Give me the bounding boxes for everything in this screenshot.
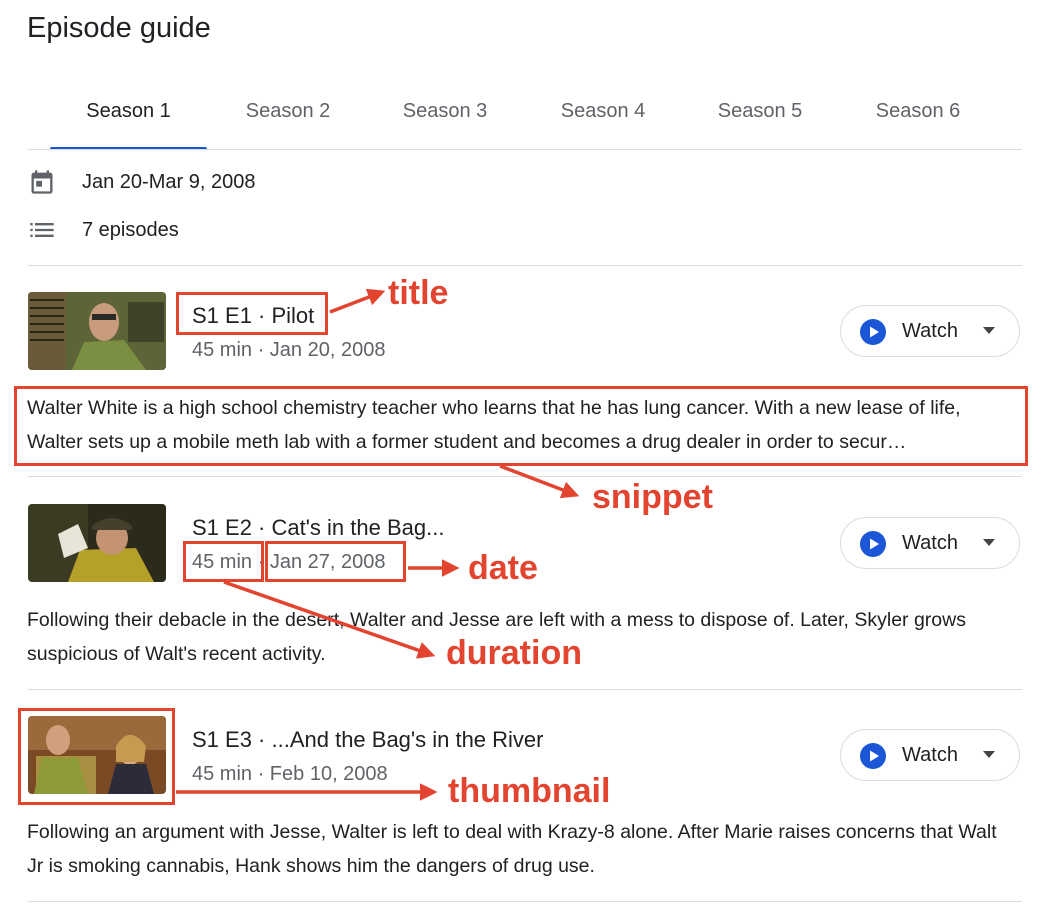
episode-divider <box>28 476 1022 477</box>
annotation-label-date: date <box>468 549 538 587</box>
tab-season-6[interactable]: Season 6 <box>853 92 983 150</box>
chevron-down-icon <box>983 751 995 758</box>
chevron-down-icon <box>983 539 995 546</box>
annotation-box-duration <box>183 541 264 582</box>
watch-button[interactable]: Watch <box>840 305 1020 357</box>
episode-divider <box>28 689 1022 690</box>
episode-snippet: Following an argument with Jesse, Walter… <box>27 821 997 877</box>
tabs-divider <box>28 149 1022 150</box>
watch-button[interactable]: Watch <box>840 517 1020 569</box>
episode-title[interactable]: S1 E3 · ...And the Bag's in the River <box>192 727 544 753</box>
season-episode-count: 7 episodes <box>82 219 179 241</box>
annotation-box-snippet <box>14 386 1028 466</box>
watch-label: Watch <box>902 744 958 766</box>
play-icon <box>860 531 886 557</box>
episode-divider <box>28 901 1022 902</box>
episode-thumbnail[interactable] <box>28 292 166 370</box>
annotation-box-title <box>176 292 328 335</box>
page-title: Episode guide <box>27 12 211 44</box>
episode-meta: 45 min · Feb 10, 2008 <box>192 763 388 785</box>
arrow-snippet <box>499 464 580 499</box>
annotation-label-thumbnail: thumbnail <box>448 772 611 810</box>
annotation-label-duration: duration <box>446 634 582 672</box>
tab-season-4[interactable]: Season 4 <box>538 92 668 150</box>
tab-season-3[interactable]: Season 3 <box>380 92 510 150</box>
annotation-label-snippet: snippet <box>592 478 713 516</box>
watch-label: Watch <box>902 532 958 554</box>
tab-season-2[interactable]: Season 2 <box>223 92 353 150</box>
tab-season-5[interactable]: Season 5 <box>695 92 825 150</box>
annotation-box-thumbnail <box>18 708 175 805</box>
calendar-icon <box>31 170 53 194</box>
annotation-label-title: title <box>388 274 449 312</box>
season-date-range: Jan 20-Mar 9, 2008 <box>82 171 256 193</box>
watch-button[interactable]: Watch <box>840 729 1020 781</box>
play-icon <box>860 319 886 345</box>
list-icon <box>30 223 54 237</box>
season-tabs: Season 1 Season 2 Season 3 Season 4 Seas… <box>28 92 1022 150</box>
tab-season-1[interactable]: Season 1 <box>50 92 207 150</box>
episode-title[interactable]: S1 E2 · Cat's in the Bag... <box>192 515 444 541</box>
chevron-down-icon <box>983 327 995 334</box>
watch-label: Watch <box>902 320 958 342</box>
info-divider <box>28 265 1022 266</box>
arrow-title <box>329 288 386 314</box>
annotation-box-date <box>265 541 406 582</box>
episode-meta: 45 min · Jan 20, 2008 <box>192 339 386 361</box>
play-icon <box>860 743 886 769</box>
episode-thumbnail[interactable] <box>28 504 166 582</box>
